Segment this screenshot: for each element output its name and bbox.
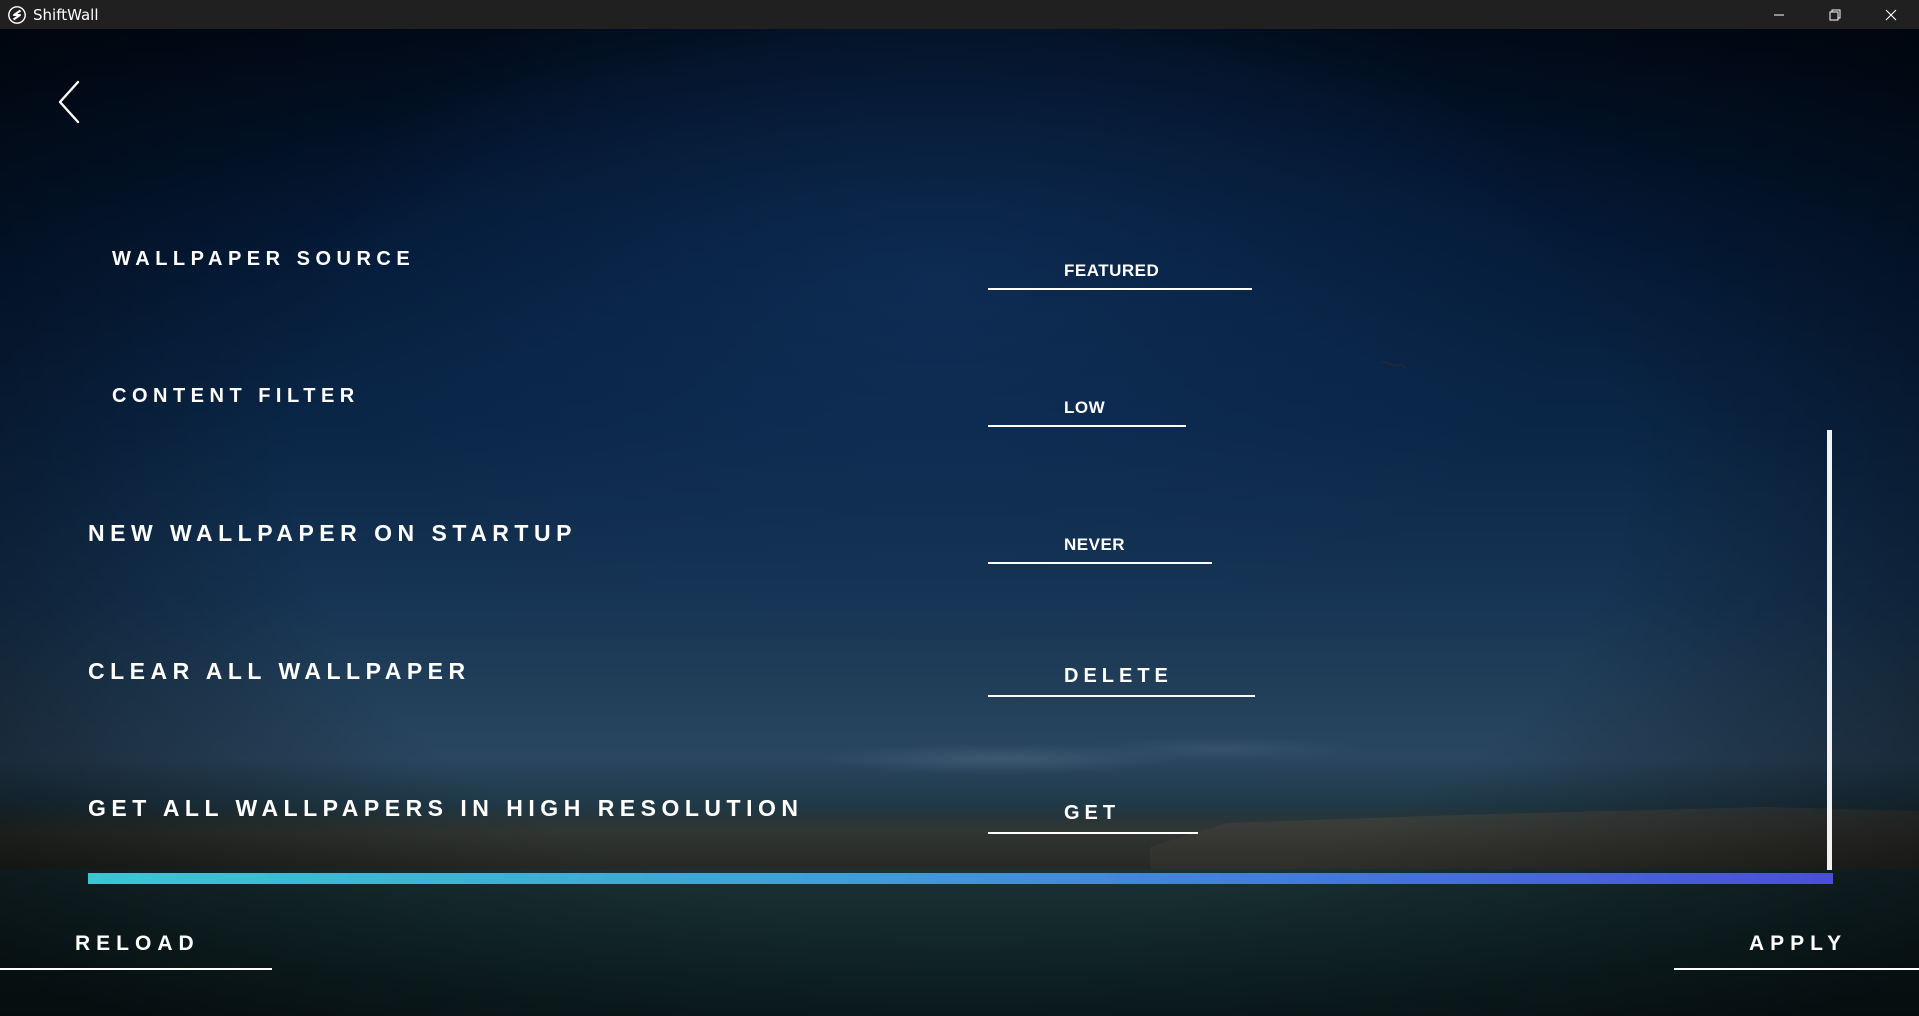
shiftwall-logo-icon [8,5,26,24]
apply-button-label: APPLY [1749,932,1848,955]
minimize-icon [1774,14,1784,15]
clear-all-wallpaper-label: CLEAR ALL WALLPAPER [88,658,471,684]
delete-button-label: DELETE [1064,665,1173,687]
settings-scrollbar[interactable] [1827,430,1832,870]
delete-button[interactable]: DELETE [988,661,1255,697]
content-filter-value: LOW [1064,398,1106,417]
new-wallpaper-startup-value: NEVER [1064,535,1126,554]
back-button[interactable] [54,78,84,126]
title-bar[interactable]: ShiftWall [0,0,1919,29]
content-filter-select[interactable]: LOW [988,391,1186,427]
wallpaper-source-value: FEATURED [1064,261,1160,280]
wallpaper-source-label: WALLPAPER SOURCE [112,248,416,270]
chevron-left-icon [58,80,80,124]
gradient-divider-bar [88,873,1833,884]
new-wallpaper-startup-label: NEW WALLPAPER ON STARTUP [88,520,577,546]
restore-icon [1829,9,1841,20]
get-button-label: GET [1064,802,1121,824]
window-title: ShiftWall [33,5,99,24]
app-window: ShiftWall WALLPAPER SOURCE FEATURED CONT… [0,0,1919,1016]
window-controls [1751,0,1919,29]
content-filter-label: CONTENT FILTER [112,385,360,407]
high-resolution-label: GET ALL WALLPAPERS IN HIGH RESOLUTION [88,795,804,821]
restore-button[interactable] [1807,0,1863,29]
apply-button[interactable]: APPLY [1674,930,1919,970]
reload-button[interactable]: RELOAD [0,930,272,970]
close-icon [1885,9,1897,20]
close-button[interactable] [1863,0,1919,29]
minimize-button[interactable] [1751,0,1807,29]
bird-silhouette [1380,361,1408,369]
wallpaper-source-select[interactable]: FEATURED [988,254,1252,290]
reload-button-label: RELOAD [75,932,200,955]
get-button[interactable]: GET [988,798,1198,834]
new-wallpaper-startup-select[interactable]: NEVER [988,528,1212,564]
